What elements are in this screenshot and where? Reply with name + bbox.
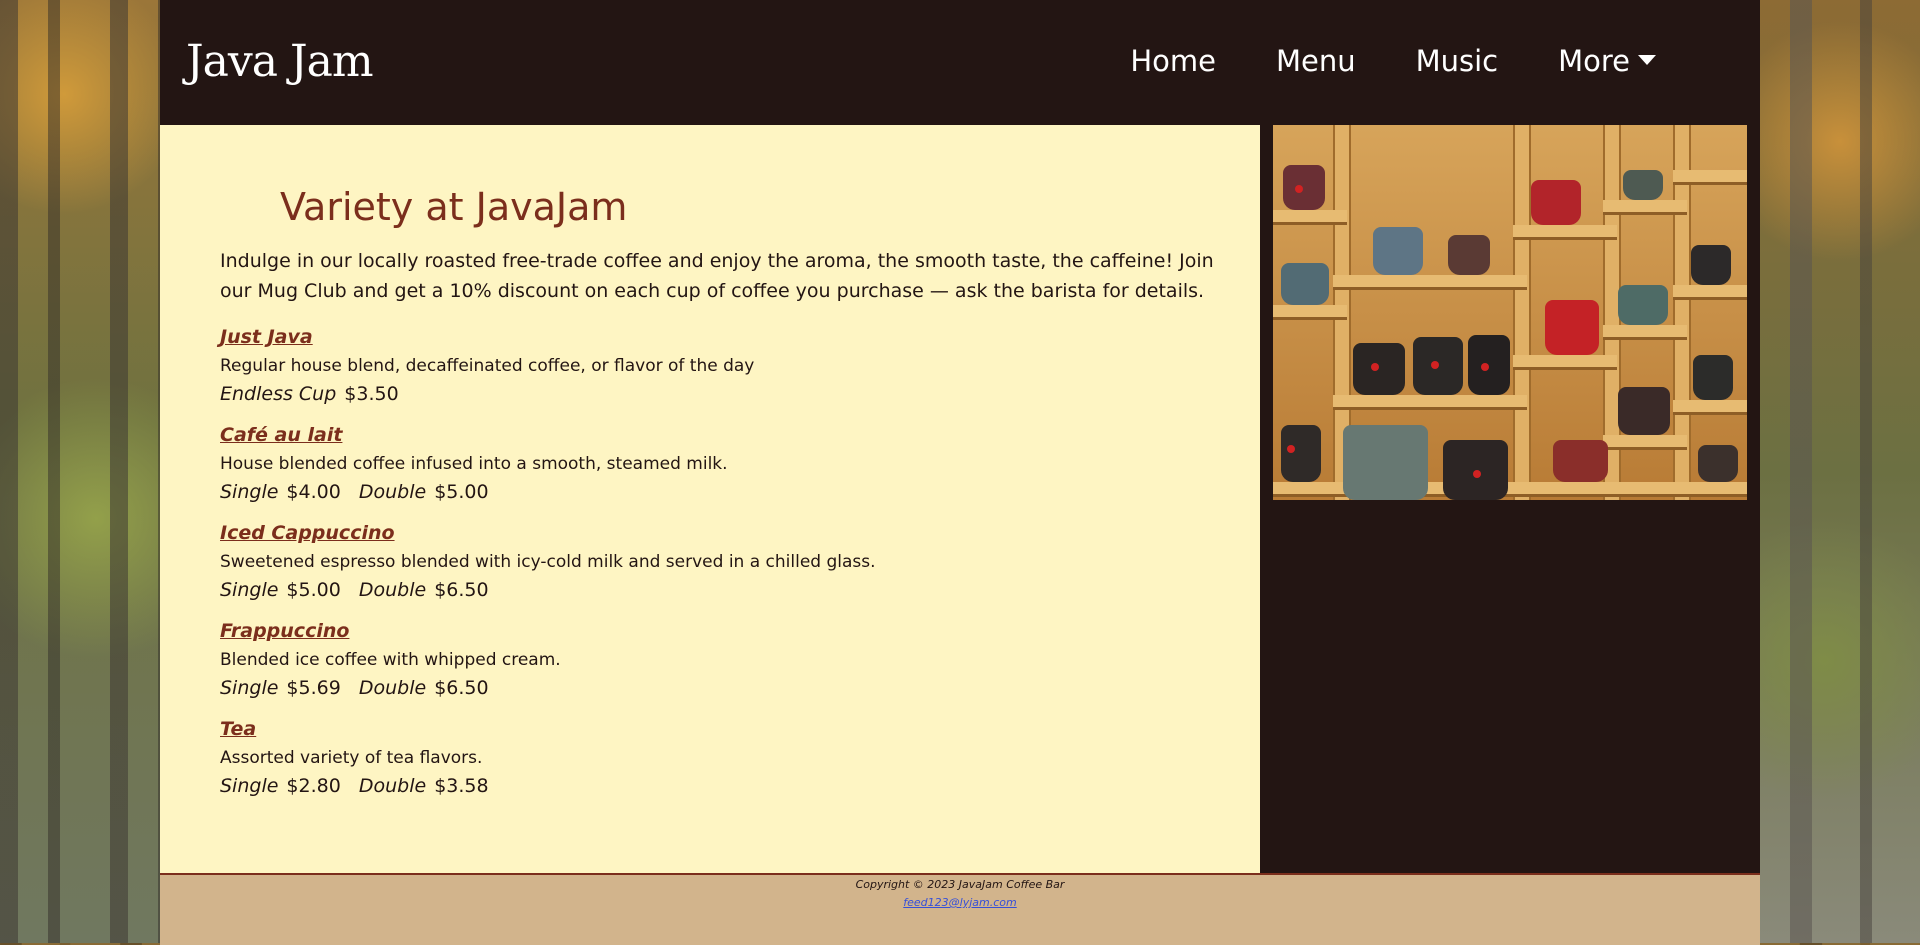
mug [1693, 355, 1733, 400]
mug [1618, 285, 1668, 325]
shelf-board [1673, 285, 1747, 300]
menu-list: Just Java Regular house blend, decaffein… [220, 325, 1220, 815]
mug [1343, 425, 1428, 500]
mug [1448, 235, 1490, 275]
mug [1531, 180, 1581, 225]
menu-item-prices: Single $5.69 Double $6.50 [220, 673, 1220, 703]
price-label: Single [220, 481, 279, 503]
menu-item-description: Blended ice coffee with whipped cream. [220, 650, 561, 670]
page-wrapper: Java Jam Home Menu Music More Variety at… [160, 0, 1760, 945]
nav-menu[interactable]: Menu [1276, 44, 1356, 78]
menu-item-name: Frappuccino [220, 620, 350, 642]
caret-down-icon [1638, 55, 1656, 65]
price-label: Double [358, 775, 427, 797]
price-amount: $5.00 [286, 579, 341, 601]
shelf-board [1673, 170, 1747, 185]
contact-email-link[interactable]: feed123@lyjam.com [903, 896, 1016, 909]
price-amount: $6.50 [434, 579, 489, 601]
menu-item-cafe-au-lait: Café au lait House blended coffee infuse… [220, 423, 1220, 507]
menu-item-description: Sweetened espresso blended with icy-cold… [220, 552, 876, 572]
menu-item-frappuccino: Frappuccino Blended ice coffee with whip… [220, 619, 1220, 703]
menu-item-name: Tea [220, 718, 257, 740]
copyright-text: Copyright © 2023 JavaJam Coffee Bar [855, 878, 1065, 891]
price-amount: $3.50 [344, 383, 399, 405]
shelf-board [1603, 435, 1687, 450]
price-amount: $6.50 [434, 677, 489, 699]
menu-item-description: House blended coffee infused into a smoo… [220, 454, 728, 474]
menu-item-prices: Single $4.00 Double $5.00 [220, 477, 1220, 507]
menu-item-description: Regular house blend, decaffeinated coffe… [220, 356, 755, 376]
shelf-board [1673, 400, 1747, 415]
price-label: Endless Cup [220, 383, 337, 405]
mug-mark [1295, 185, 1303, 193]
menu-item-name: Café au lait [220, 424, 343, 446]
menu-item-prices: Endless Cup $3.50 [220, 379, 1220, 409]
mug [1623, 170, 1663, 200]
mug [1618, 387, 1670, 435]
menu-item-iced-cappuccino: Iced Cappuccino Sweetened espresso blend… [220, 521, 1220, 605]
shelf-board [1273, 210, 1347, 225]
menu-item-just-java: Just Java Regular house blend, decaffein… [220, 325, 1220, 409]
nav-more-dropdown[interactable]: More [1558, 44, 1656, 78]
menu-item-name: Just Java [220, 326, 313, 348]
shelf-board [1273, 305, 1347, 320]
shelf-post [1513, 125, 1531, 500]
mug [1691, 245, 1731, 285]
page-title: Variety at JavaJam [280, 185, 628, 229]
shelf-board [1603, 200, 1687, 215]
mug [1353, 343, 1405, 395]
mug [1281, 425, 1321, 482]
site-footer: Copyright © 2023 JavaJam Coffee Bar feed… [160, 873, 1760, 945]
mug [1698, 445, 1738, 482]
price-amount: $5.69 [286, 677, 341, 699]
price-label: Double [358, 481, 427, 503]
price-label: Double [358, 579, 427, 601]
main-nav: Home Menu Music More [1070, 44, 1656, 78]
nav-music[interactable]: Music [1416, 44, 1499, 78]
price-amount: $3.58 [434, 775, 489, 797]
mugs-shelf-photo [1273, 125, 1747, 500]
shelf-board [1333, 275, 1527, 290]
menu-item-tea: Tea Assorted variety of tea flavors. Sin… [220, 717, 1220, 801]
menu-item-description: Assorted variety of tea flavors. [220, 748, 483, 768]
nav-home[interactable]: Home [1130, 44, 1216, 78]
shelf-board [1513, 355, 1617, 370]
price-label: Single [220, 775, 279, 797]
forest-background-left [0, 0, 160, 943]
mug [1553, 440, 1608, 482]
mug [1283, 165, 1325, 210]
main-content: Variety at JavaJam Indulge in our locall… [160, 125, 1260, 873]
mug [1468, 335, 1510, 395]
mug [1545, 300, 1599, 355]
intro-text: Indulge in our locally roasted free-trad… [220, 250, 1214, 302]
site-header: Java Jam Home Menu Music More [160, 0, 1760, 125]
mug-mark [1371, 363, 1379, 371]
price-label: Single [220, 579, 279, 601]
mug-mark [1431, 361, 1439, 369]
menu-item-name: Iced Cappuccino [220, 522, 395, 544]
nav-more-label: More [1558, 44, 1630, 78]
site-logo[interactable]: Java Jam [186, 36, 374, 87]
shelf-board [1513, 225, 1617, 240]
menu-item-prices: Single $2.80 Double $3.58 [220, 771, 1220, 801]
mug-mark [1481, 363, 1489, 371]
shelf-board [1333, 395, 1527, 410]
mug [1373, 227, 1423, 275]
price-label: Single [220, 677, 279, 699]
price-amount: $4.00 [286, 481, 341, 503]
mug-mark [1287, 445, 1295, 453]
forest-background-right [1760, 0, 1920, 943]
shelf-board [1603, 325, 1687, 340]
price-amount: $5.00 [434, 481, 489, 503]
menu-item-prices: Single $5.00 Double $6.50 [220, 575, 1220, 605]
price-label: Double [358, 677, 427, 699]
price-amount: $2.80 [286, 775, 341, 797]
mug [1281, 263, 1329, 305]
mug-mark [1473, 470, 1481, 478]
